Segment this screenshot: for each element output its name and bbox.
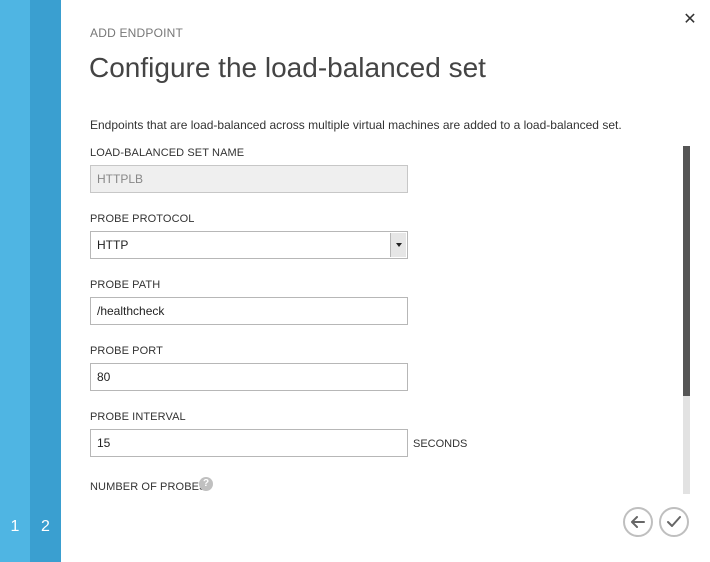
wizard-step-1[interactable]: 1 [0,0,30,562]
probe-protocol-value: HTTP [97,238,129,252]
set-name-input[interactable] [90,165,408,193]
finish-button[interactable] [659,507,689,537]
back-arrow-icon [631,516,645,528]
probe-path-label: PROBE PATH [90,279,161,291]
probe-protocol-select[interactable]: HTTP [90,231,408,259]
wizard-step-rail: 1 2 [0,0,61,562]
wizard-step-1-number: 1 [10,518,20,535]
dialog-eyebrow: ADD ENDPOINT [90,26,184,40]
page-title: Configure the load-balanced set [89,52,486,83]
wizard-step-2[interactable]: 2 [30,0,61,562]
set-name-label: LOAD-BALANCED SET NAME [90,147,245,159]
scrollbar-thumb[interactable] [683,146,690,396]
scrollbar[interactable] [683,146,690,494]
probe-interval-label: PROBE INTERVAL [90,411,186,423]
probe-interval-input[interactable] [90,429,408,457]
probe-port-input[interactable] [90,363,408,391]
number-of-probes-label: NUMBER OF PROBES [90,481,207,493]
probe-interval-unit: SECONDS [413,438,468,450]
wizard-step-2-number: 2 [41,518,50,535]
back-button[interactable] [623,507,653,537]
probe-path-input[interactable] [90,297,408,325]
probe-protocol-label: PROBE PROTOCOL [90,213,195,225]
description-text: Endpoints that are load-balanced across … [90,118,622,132]
help-icon[interactable]: ? [199,477,213,491]
chevron-down-icon[interactable] [390,233,406,257]
close-icon[interactable]: ✕ [682,12,698,28]
dialog-main: ✕ ADD ENDPOINT Configure the load-balanc… [61,0,710,562]
checkmark-icon [667,516,681,527]
probe-port-label: PROBE PORT [90,345,163,357]
